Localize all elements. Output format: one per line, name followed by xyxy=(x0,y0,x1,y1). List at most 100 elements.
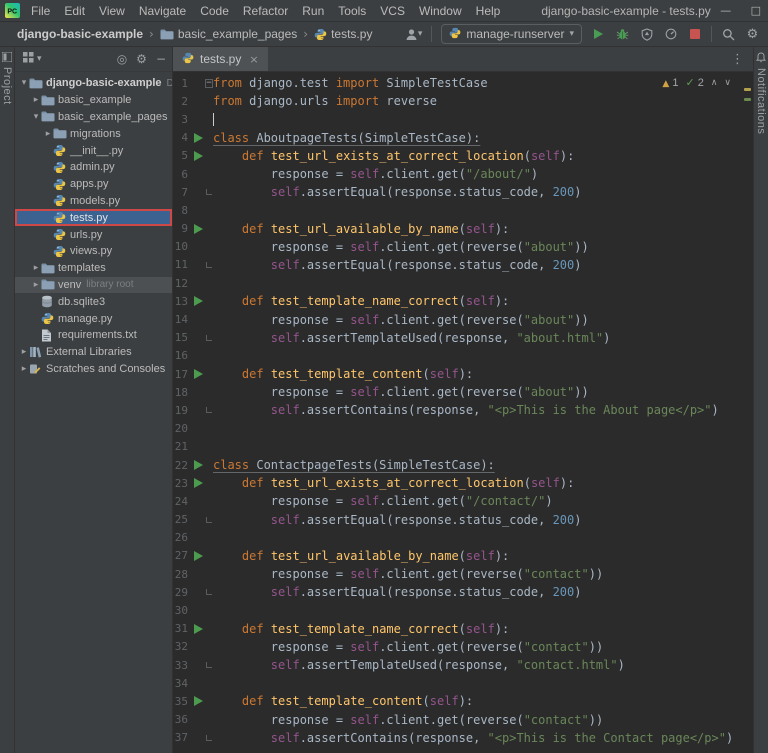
menu-window[interactable]: Window xyxy=(412,4,469,18)
code-line-33[interactable]: 33 self .assertTemplateUsed(response, "co… xyxy=(173,656,753,674)
menu-run[interactable]: Run xyxy=(295,4,331,18)
next-issue-icon[interactable]: ∨ xyxy=(724,78,731,88)
maximize-button[interactable]: □ xyxy=(741,0,768,21)
editor-options-kebab-icon[interactable]: ⋮ xyxy=(731,47,753,71)
code-line-8[interactable]: 8 xyxy=(173,201,753,219)
chevron-right-icon[interactable]: ▸ xyxy=(31,280,41,290)
chevron-right-icon[interactable]: ▸ xyxy=(31,263,41,273)
tree-item-admin-py[interactable]: admin.py xyxy=(15,159,172,176)
tree-item-apps-py[interactable]: apps.py xyxy=(15,176,172,193)
fold-start-icon[interactable]: − xyxy=(205,78,213,88)
tree-item-tests-py[interactable]: tests.py xyxy=(15,209,172,227)
project-stripe-button[interactable]: Project xyxy=(1,67,13,105)
code-line-12[interactable]: 12 xyxy=(173,274,753,292)
coverage-button[interactable] xyxy=(639,25,654,43)
code-line-19[interactable]: 19 self .assertContains(response, "<p>Thi… xyxy=(173,401,753,419)
fold-end-icon[interactable] xyxy=(205,589,213,596)
run-test-icon[interactable] xyxy=(191,150,205,161)
tree-item-external-libraries[interactable]: ▸ External Libraries xyxy=(15,344,172,361)
code-line-2[interactable]: 2 from django.urls import reverse xyxy=(173,92,753,110)
tree-item-views-py[interactable]: views.py xyxy=(15,243,172,260)
fold-end-icon[interactable] xyxy=(205,407,213,414)
code-line-18[interactable]: 18 response = self .client.get(reverse("a… xyxy=(173,383,753,401)
code-line-32[interactable]: 32 response = self .client.get(reverse("c… xyxy=(173,638,753,656)
code-line-22[interactable]: 22 class ContactpageTests(SimpleTestCase)… xyxy=(173,456,753,474)
notifications-stripe-button[interactable]: Notifications xyxy=(755,68,767,134)
minimize-button[interactable]: — xyxy=(711,0,741,21)
code-line-4[interactable]: 4 class AboutpageTests(SimpleTestCase): xyxy=(173,129,753,147)
code-line-29[interactable]: 29 self .assertEqual(response.status_code… xyxy=(173,583,753,601)
fold-end-icon[interactable] xyxy=(205,734,213,741)
code-line-34[interactable]: 34 xyxy=(173,674,753,692)
profiler-button[interactable] xyxy=(663,25,678,43)
code-line-7[interactable]: 7 self .assertEqual(response.status_code,… xyxy=(173,183,753,201)
tree-item-init-py[interactable]: __init__.py xyxy=(15,142,172,159)
code-line-25[interactable]: 25 self .assertEqual(response.status_code… xyxy=(173,511,753,529)
menu-tools[interactable]: Tools xyxy=(331,4,373,18)
code-line-24[interactable]: 24 response = self .client.get("/contact/… xyxy=(173,492,753,510)
run-test-icon[interactable] xyxy=(191,623,205,634)
code-line-30[interactable]: 30 xyxy=(173,601,753,619)
chevron-down-icon[interactable]: ▾ xyxy=(19,78,29,88)
code-line-28[interactable]: 28 response = self .client.get(reverse("c… xyxy=(173,565,753,583)
user-account-icon[interactable]: ▾ xyxy=(405,25,422,43)
code-line-3[interactable]: 3 xyxy=(173,110,753,128)
tab-tests-py[interactable]: tests.py × xyxy=(173,47,268,71)
menu-vcs[interactable]: VCS xyxy=(373,4,412,18)
tree-item-urls-py[interactable]: urls.py xyxy=(15,226,172,243)
chevron-right-icon[interactable]: ▸ xyxy=(19,364,29,374)
error-stripe-mark[interactable] xyxy=(744,98,751,101)
run-test-icon[interactable] xyxy=(191,478,205,489)
run-configuration-select[interactable]: manage-runserver ▾ xyxy=(441,24,582,44)
fold-end-icon[interactable] xyxy=(205,261,213,268)
code-line-10[interactable]: 10 response = self .client.get(reverse("a… xyxy=(173,238,753,256)
menu-code[interactable]: Code xyxy=(193,4,236,18)
breadcrumb-item[interactable]: django-basic-example xyxy=(17,27,143,41)
menu-navigate[interactable]: Navigate xyxy=(132,4,193,18)
code-line-9[interactable]: 9 def test_url_available_by_name(self): xyxy=(173,220,753,238)
run-test-icon[interactable] xyxy=(191,132,205,143)
breadcrumb-item[interactable]: tests.py xyxy=(331,27,372,41)
code-line-35[interactable]: 35 def test_template_content(self): xyxy=(173,692,753,710)
code-line-31[interactable]: 31 def test_template_name_correct(self): xyxy=(173,620,753,638)
run-test-icon[interactable] xyxy=(191,550,205,561)
chevron-right-icon[interactable]: ▸ xyxy=(31,95,41,105)
run-test-icon[interactable] xyxy=(191,460,205,471)
code-line-6[interactable]: 6 response = self .client.get("/about/") xyxy=(173,165,753,183)
prev-issue-icon[interactable]: ∧ xyxy=(711,78,718,88)
menu-help[interactable]: Help xyxy=(469,4,508,18)
project-view-selector-icon[interactable] xyxy=(23,50,34,68)
code-line-15[interactable]: 15 self .assertTemplateUsed(response, "ab… xyxy=(173,329,753,347)
menu-view[interactable]: View xyxy=(92,4,132,18)
fold-end-icon[interactable] xyxy=(205,189,213,196)
search-everywhere-button[interactable] xyxy=(721,25,736,43)
code-line-14[interactable]: 14 response = self .client.get(reverse("a… xyxy=(173,310,753,328)
menu-file[interactable]: File xyxy=(24,4,57,18)
stop-button[interactable] xyxy=(687,25,702,43)
fold-end-icon[interactable] xyxy=(205,334,213,341)
code-line-37[interactable]: 37 self .assertContains(response, "<p>Thi… xyxy=(173,729,753,747)
run-test-icon[interactable] xyxy=(191,223,205,234)
tree-item-basic-example[interactable]: ▸ basic_example xyxy=(15,92,172,109)
code-line-27[interactable]: 27 def test_url_available_by_name(self): xyxy=(173,547,753,565)
close-tab-icon[interactable]: × xyxy=(249,53,258,66)
tree-item-models-py[interactable]: models.py xyxy=(15,193,172,210)
run-test-icon[interactable] xyxy=(191,369,205,380)
breadcrumb-item[interactable]: basic_example_pages xyxy=(178,27,297,41)
debug-button[interactable] xyxy=(615,25,630,43)
tree-item-db-sqlite3[interactable]: db.sqlite3 xyxy=(15,293,172,310)
tree-item-requirements-txt[interactable]: requirements.txt xyxy=(15,327,172,344)
tree-item-venv[interactable]: ▸ venv library root xyxy=(15,276,172,294)
hide-panel-icon[interactable]: − xyxy=(156,52,166,66)
code-editor[interactable]: 1 − from django.test import SimpleTestCase… xyxy=(173,72,753,753)
code-line-26[interactable]: 26 xyxy=(173,529,753,547)
code-line-20[interactable]: 20 xyxy=(173,420,753,438)
settings-gear-icon[interactable]: ⚙ xyxy=(745,25,760,43)
menu-refactor[interactable]: Refactor xyxy=(236,4,295,18)
chevron-right-icon[interactable]: ▸ xyxy=(19,347,29,357)
code-line-5[interactable]: 5 def test_url_exists_at_correct_locatio… xyxy=(173,147,753,165)
menu-edit[interactable]: Edit xyxy=(57,4,92,18)
tree-item-templates[interactable]: ▸ templates xyxy=(15,260,172,277)
tree-item-manage-py[interactable]: manage.py xyxy=(15,310,172,327)
chevron-down-icon[interactable]: ▾ xyxy=(31,112,41,122)
